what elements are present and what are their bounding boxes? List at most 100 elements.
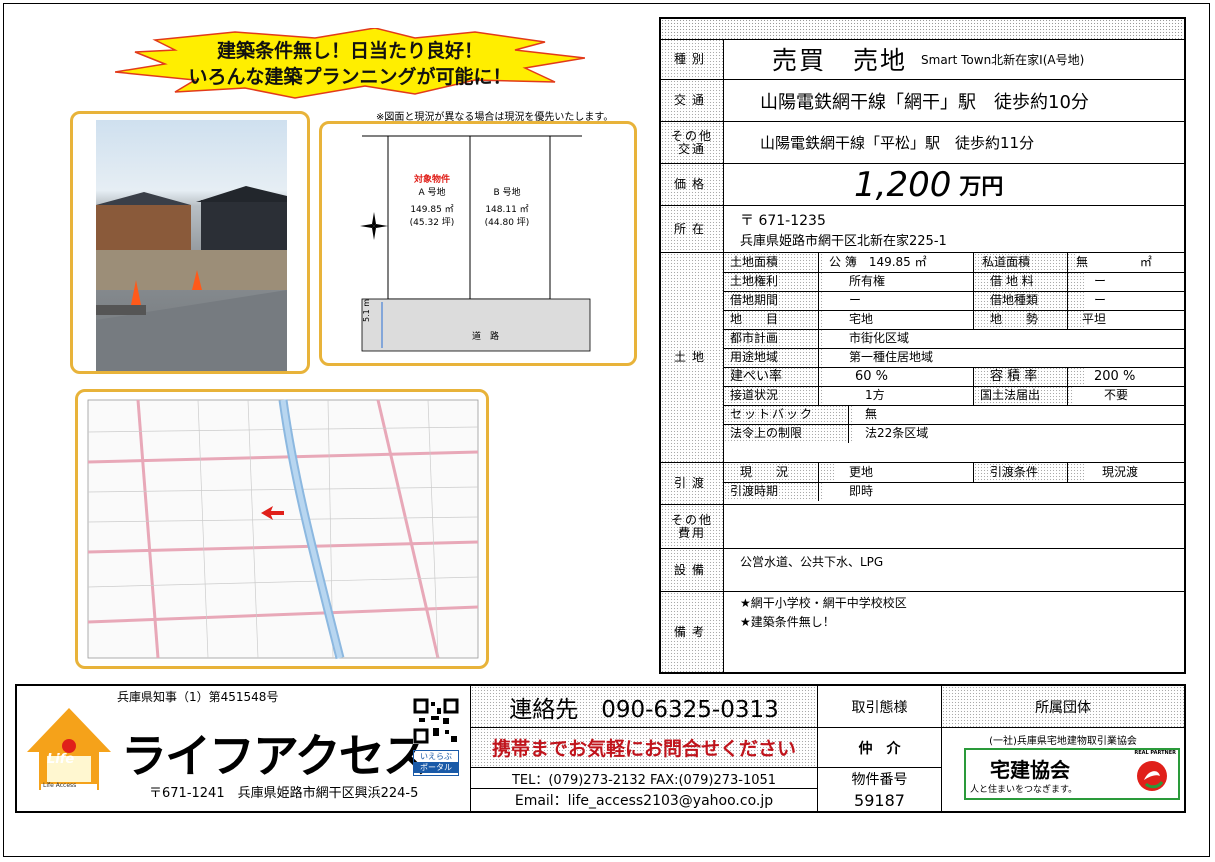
postal-code: 〒 671-1235 (740, 212, 826, 229)
trade-type-value: 仲 介 (817, 728, 941, 768)
price-value: 1,200 (854, 164, 952, 205)
type-sub: Smart Town北新在家Ⅰ(A号地) (921, 52, 1085, 67)
land-category-label: 地 目 (724, 310, 824, 329)
land-area-label: 土地面積 (724, 253, 824, 272)
delivery-cond-value: 現況渡 (1067, 463, 1184, 482)
price-unit: 万円 (959, 174, 1004, 200)
logo-subtext: Life Access (43, 782, 77, 789)
banner-line-1: 建築条件無し！日当たり良好！ (216, 40, 483, 62)
portal-badge-line-1: いえらぶ (420, 752, 452, 761)
company-block: 兵庫県知事（1）第451548号 Life Life Access ライフアクセ… (17, 686, 470, 811)
association-logo: 宅建協会 人と住まいをつなぎます。 REAL PARTNER (964, 748, 1180, 800)
site-photo (96, 120, 287, 371)
remark-1: ★網干小学校・網干中学校校区 (740, 596, 907, 610)
row-price: 価格 1,200 万円 (661, 164, 1184, 206)
land-right-label: 土地権利 (724, 272, 824, 291)
row-remarks: 備考 ★網干小学校・網干中学校校区 ★建築条件無し！ (661, 592, 1184, 672)
lease-type-value: ー (1067, 291, 1184, 310)
trade-type-label: 取引態様 (817, 686, 941, 728)
access-value: 山陽電鉄網干線「網干」駅 徒歩約10分 (760, 91, 1089, 113)
plan-lot-b: B 号地 (493, 188, 521, 198)
other-access-label: その他 交通 (661, 122, 724, 163)
plan-road-width: 5.1 m (362, 298, 371, 322)
zoning-label: 用途地域 (724, 348, 824, 367)
banner-line-2: いろんな建築プランニングが可能に！ (188, 66, 512, 88)
delivery-time-value: 即時 (818, 482, 1184, 501)
headline-banner: 建築条件無し！日当たり良好！ いろんな建築プランニングが可能に！ (115, 28, 585, 100)
row-land: 土地 土地面積 公 簿 149.85 ㎡ 私道面積 無 ㎡ 土地権利 所有権 借… (661, 253, 1184, 463)
real-partner-badge-text: REAL PARTNER (1134, 750, 1176, 756)
delivery-label: 引渡 (661, 463, 724, 504)
other-costs-value (724, 505, 1184, 548)
logo-text: Life (47, 752, 75, 767)
company-footer: 兵庫県知事（1）第451548号 Life Life Access ライフアクセ… (15, 684, 1186, 813)
zoning-value: 第一種住居地域 (818, 348, 1184, 367)
property-id-value: 59187 (817, 789, 941, 811)
plan-subject-label: 対象物件 (413, 175, 450, 185)
remark-2: ★建築条件無し！ (740, 615, 835, 629)
terrain-value: 平坦 (1067, 310, 1184, 329)
far-value: 200 % (1067, 367, 1184, 386)
association-name: (一社)兵庫県宅地建物取引業協会 (989, 736, 1137, 747)
row-equipment: 設備 公営水道、公共下水、LPG (661, 549, 1184, 592)
table-header-strip (661, 19, 1184, 40)
type-label: 種別 (661, 39, 724, 79)
address-label: 所在 (661, 206, 724, 252)
contact-phone[interactable]: 連絡先 090-6325-0313 (470, 686, 817, 728)
land-notice-label: 国土法届出 (973, 386, 1074, 405)
plan-lot-b-tsubo: (44.80 坪) (484, 218, 530, 228)
equipment-label: 設備 (661, 549, 724, 591)
land-notice-value: 不要 (1067, 386, 1184, 405)
equipment-value: 公営水道、公共下水、LPG (740, 555, 884, 569)
land-label: 土地 (661, 253, 724, 462)
row-other-costs: その他 費用 (661, 505, 1184, 549)
property-details-table: 種別 売買 売地 Smart Town北新在家Ⅰ(A号地) 交通 山陽電鉄網干線… (659, 17, 1186, 674)
lease-fee-value: ー (1067, 272, 1184, 291)
row-address: 所在 〒 671-1235 兵庫県姫路市網干区北新在家225-1 (661, 206, 1184, 253)
land-area-value: 公 簿 149.85 ㎡ (818, 253, 984, 272)
site-plan-drawing (360, 135, 591, 352)
row-access: 交通 山陽電鉄網干線「網干」駅 徒歩約10分 (661, 80, 1184, 122)
legal-restriction-label: 法令上の制限 (724, 424, 854, 443)
lease-period-label: 借地期間 (724, 291, 824, 310)
site-plan-frame: 対象物件 A 号地 149.85 ㎡ (45.32 坪) B 号地 148.11… (319, 121, 637, 366)
city-plan-value: 市街化区域 (818, 329, 1184, 348)
private-road-label: 私道面積 (973, 253, 1076, 272)
setback-label: セットバック (724, 405, 854, 424)
plan-road-label: 道 路 (472, 332, 500, 342)
portal-badge-line-2: ポータル (414, 762, 458, 773)
association-block: (一社)兵庫県宅地建物取引業協会 宅建協会 人と住まいをつなぎます。 REAL … (941, 728, 1184, 811)
access-label: 交通 (661, 80, 724, 121)
road-access-label: 接道状況 (724, 386, 824, 405)
area-map-frame (75, 389, 489, 669)
remarks-label: 備考 (661, 592, 724, 672)
other-access-value: 山陽電鉄網干線「平松」駅 徒歩約11分 (760, 134, 1035, 152)
portal-badge[interactable]: いえらぶ ポータル (413, 750, 459, 776)
city-plan-label: 都市計画 (724, 329, 824, 348)
property-id-label: 物件番号 (817, 768, 941, 789)
company-name: ライフアクセス (121, 729, 429, 783)
address-value: 兵庫県姫路市網干区北新在家225-1 (740, 233, 947, 249)
association-tagline: 人と住まいをつなぎます。 (970, 785, 1078, 795)
association-label: 所属団体 (941, 686, 1184, 728)
license-number: 兵庫県知事（1）第451548号 (117, 690, 279, 704)
row-type: 種別 売買 売地 Smart Town北新在家Ⅰ(A号地) (661, 39, 1184, 80)
photo-frame (70, 111, 310, 374)
row-other-access: その他 交通 山陽電鉄網干線「平松」駅 徒歩約11分 (661, 122, 1184, 164)
bcr-label: 建ぺい率 (724, 367, 824, 386)
real-partner-badge-icon (1137, 761, 1167, 791)
legal-restriction-value: 法22条区域 (848, 424, 1184, 443)
email-link[interactable]: Email：life_access2103@yahoo.co.jp (470, 789, 817, 811)
plan-lot-b-area: 148.11 ㎡ (485, 205, 529, 215)
type-main: 売買 売地 (772, 46, 908, 75)
other-costs-label: その他 費用 (661, 505, 724, 548)
private-road-value: 無 ㎡ (1067, 253, 1184, 272)
row-delivery: 引渡 現 況 更地 引渡条件 現況渡 引渡時期 即時 (661, 463, 1184, 505)
setback-value: 無 (848, 405, 1184, 424)
area-map (87, 399, 479, 660)
company-address: 〒671-1241 兵庫県姫路市網干区興浜224-5 (149, 786, 419, 801)
association-logo-text: 宅建協会 (990, 758, 1070, 782)
qr-code-icon (413, 698, 459, 744)
contact-cta: 携帯までお気軽にお問合せください (470, 728, 817, 768)
tel-fax: TEL：(079)273-2132 FAX:(079)273-1051 (470, 768, 817, 789)
